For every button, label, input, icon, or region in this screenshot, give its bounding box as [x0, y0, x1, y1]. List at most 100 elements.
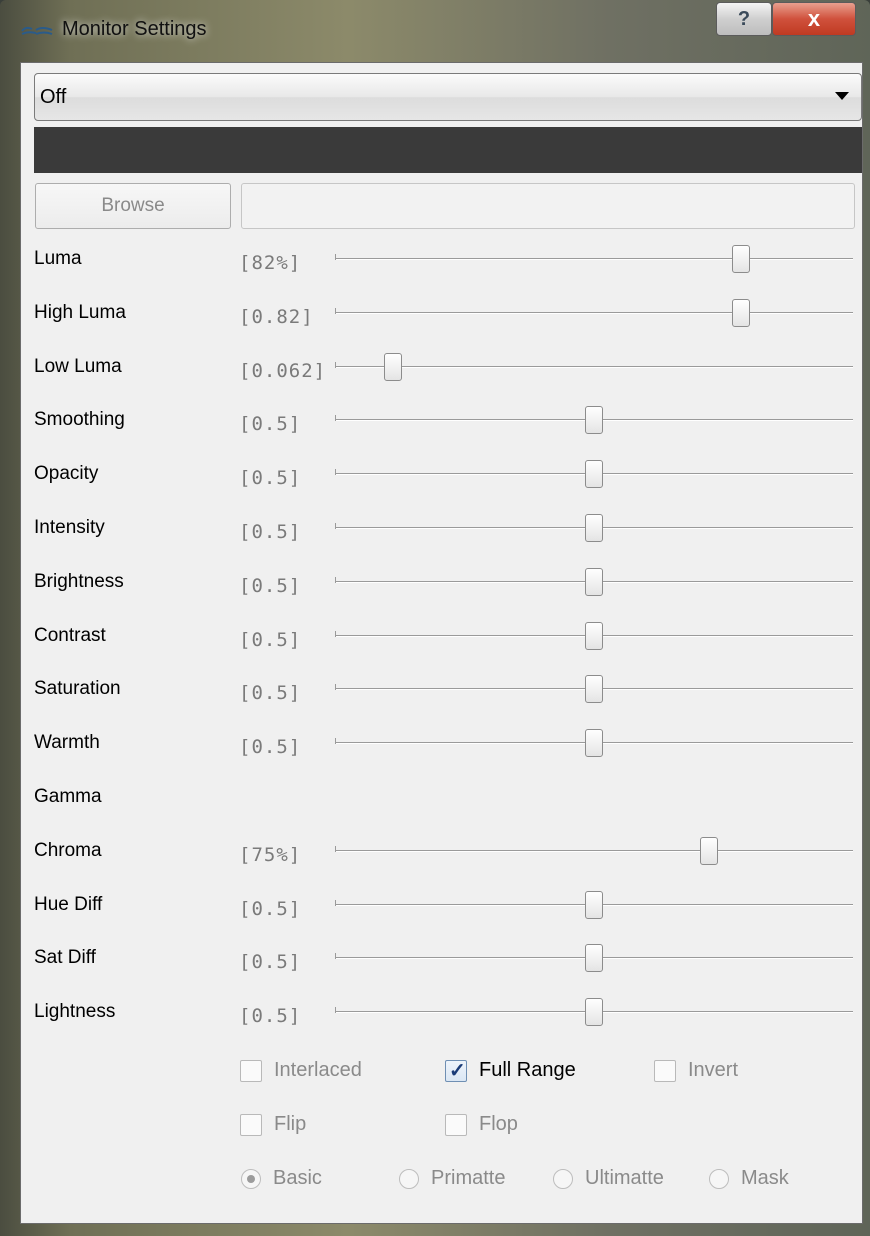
- slider-track[interactable]: [335, 312, 853, 314]
- title-bar[interactable]: Monitor Settings ? x: [0, 0, 870, 62]
- slider-row-hue-diff: Hue Diff [0.5]: [21, 886, 864, 926]
- slider-thumb[interactable]: [585, 675, 603, 703]
- slider-thumb[interactable]: [585, 406, 603, 434]
- slider-label: Smoothing: [34, 409, 125, 430]
- slider-track-start: [335, 415, 336, 421]
- app-icon: [21, 26, 53, 35]
- checkbox-label: Full Range: [479, 1059, 576, 1081]
- radio-label: Primatte: [431, 1167, 506, 1189]
- slider[interactable]: [335, 455, 853, 495]
- slider-value: [82%]: [239, 252, 302, 274]
- slider-label: Warmth: [34, 732, 100, 753]
- slider-row-gamma: Gamma: [21, 778, 864, 818]
- radio-dot: [247, 1175, 255, 1183]
- slider-thumb[interactable]: [585, 460, 603, 488]
- slider-label: Brightness: [34, 571, 124, 592]
- slider-label: Opacity: [34, 463, 99, 484]
- slider[interactable]: [335, 509, 853, 549]
- monitor-settings-window: Monitor Settings ? x Off Browse Luma [82%…: [0, 0, 870, 1236]
- radio-circle[interactable]: [553, 1169, 573, 1189]
- slider-thumb[interactable]: [585, 944, 603, 972]
- slider-track-start: [335, 254, 336, 260]
- slider[interactable]: [335, 832, 853, 872]
- slider-thumb[interactable]: [585, 729, 603, 757]
- slider-label: Gamma: [34, 786, 102, 807]
- browse-button[interactable]: Browse: [35, 183, 231, 229]
- slider-row-smoothing: Smoothing [0.5]: [21, 401, 864, 441]
- slider-value: [0.5]: [239, 413, 302, 435]
- slider-label: High Luma: [34, 302, 126, 323]
- slider-track-start: [335, 469, 336, 475]
- slider-thumb[interactable]: [585, 891, 603, 919]
- checkbox-box[interactable]: [445, 1114, 467, 1136]
- slider[interactable]: [335, 993, 853, 1033]
- slider-row-warmth: Warmth [0.5]: [21, 724, 864, 764]
- slider-track-start: [335, 900, 336, 906]
- checkbox-label: Flop: [479, 1113, 518, 1135]
- slider-thumb[interactable]: [732, 245, 750, 273]
- slider-thumb[interactable]: [585, 568, 603, 596]
- window-title: Monitor Settings: [62, 18, 207, 40]
- slider-track-start: [335, 308, 336, 314]
- checkbox-box[interactable]: [240, 1114, 262, 1136]
- slider[interactable]: [335, 401, 853, 441]
- slider-track-start: [335, 523, 336, 529]
- slider-label: Chroma: [34, 840, 102, 861]
- slider-row-brightness: Brightness [0.5]: [21, 563, 864, 603]
- slider-row-sat-diff: Sat Diff [0.5]: [21, 939, 864, 979]
- slider-track-start: [335, 362, 336, 368]
- slider-row-high-luma: High Luma [0.82]: [21, 294, 864, 334]
- slider[interactable]: [335, 724, 853, 764]
- slider[interactable]: [335, 617, 853, 657]
- path-field[interactable]: [241, 183, 855, 229]
- chevron-down-icon: [835, 92, 849, 100]
- slider[interactable]: [335, 670, 853, 710]
- slider-track-start: [335, 631, 336, 637]
- slider-value: [0.82]: [239, 306, 314, 328]
- slider[interactable]: [335, 294, 853, 334]
- checkbox-box[interactable]: ✓: [445, 1060, 467, 1082]
- slider-row-saturation: Saturation [0.5]: [21, 670, 864, 710]
- checkbox-box[interactable]: [240, 1060, 262, 1082]
- slider[interactable]: [335, 886, 853, 926]
- slider-label: Sat Diff: [34, 947, 96, 968]
- slider[interactable]: [335, 348, 853, 388]
- slider-label: Saturation: [34, 678, 121, 699]
- slider-track-start: [335, 953, 336, 959]
- preview-bar: [34, 127, 862, 173]
- slider-value: [0.5]: [239, 629, 302, 651]
- slider-row-low-luma: Low Luma [0.062]: [21, 348, 864, 388]
- mode-dropdown-value: Off: [40, 86, 67, 108]
- slider-thumb[interactable]: [585, 622, 603, 650]
- slider[interactable]: [335, 563, 853, 603]
- slider-thumb[interactable]: [585, 514, 603, 542]
- slider-track[interactable]: [335, 366, 853, 368]
- slider-track-start: [335, 577, 336, 583]
- slider-value: [0.5]: [239, 521, 302, 543]
- radio-circle[interactable]: [241, 1169, 261, 1189]
- slider-thumb[interactable]: [700, 837, 718, 865]
- checkmark-icon: ✓: [449, 1060, 466, 1082]
- slider-row-intensity: Intensity [0.5]: [21, 509, 864, 549]
- slider-value: [0.5]: [239, 682, 302, 704]
- close-button[interactable]: x: [772, 2, 856, 36]
- radio-label: Basic: [273, 1167, 322, 1189]
- radio-circle[interactable]: [399, 1169, 419, 1189]
- slider[interactable]: [335, 939, 853, 979]
- mode-dropdown[interactable]: Off: [34, 73, 862, 121]
- slider-track-start: [335, 1007, 336, 1013]
- slider-value: [75%]: [239, 844, 302, 866]
- slider[interactable]: [335, 240, 853, 280]
- slider-track-start: [335, 846, 336, 852]
- slider-track-start: [335, 684, 336, 690]
- help-button[interactable]: ?: [716, 2, 772, 36]
- slider-track[interactable]: [335, 850, 853, 852]
- slider-value: [0.5]: [239, 898, 302, 920]
- settings-panel: Off Browse Luma [82%] High Luma [0.82] Low L…: [20, 62, 863, 1224]
- radio-circle[interactable]: [709, 1169, 729, 1189]
- slider-track[interactable]: [335, 258, 853, 260]
- slider-thumb[interactable]: [585, 998, 603, 1026]
- slider-thumb[interactable]: [732, 299, 750, 327]
- checkbox-box[interactable]: [654, 1060, 676, 1082]
- slider-thumb[interactable]: [384, 353, 402, 381]
